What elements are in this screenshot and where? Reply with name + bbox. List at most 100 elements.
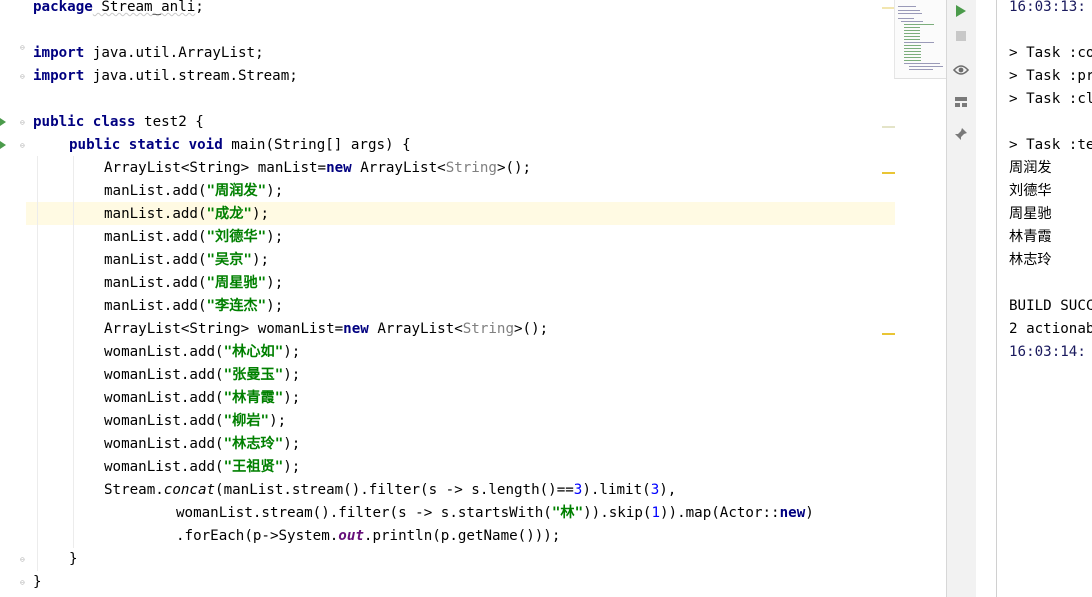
string-literal: "周星驰" [206,275,267,291]
fold-marker[interactable]: ⊖ [20,141,28,150]
string-literal: "吴京" [206,252,252,268]
number-literal: 3 [650,482,660,498]
console-output-line: 林青霞 [1009,229,1052,245]
code-text: ); [283,390,301,406]
fold-marker[interactable]: ⊖ [20,43,28,52]
minimap-line [904,36,920,37]
fold-marker[interactable]: ⊖ [20,118,28,127]
code-text: manList.add( [104,252,207,268]
console-line-timestamp: 16:03:14: [1009,344,1086,360]
fold-marker[interactable]: ⊖ [20,578,28,587]
code-line-package: package Stream_anli; [33,0,204,19]
indent-guide [37,156,38,571]
code-line-import: import java.util.ArrayList; [33,42,264,65]
string-literal: "林" [551,505,584,521]
run-tool-strip [946,0,977,597]
minimap-line [904,51,921,52]
console-output-line: 周润发 [1009,160,1052,176]
minimap-line [904,48,921,49]
code-text: ); [283,459,301,475]
code-text: ) [805,505,814,521]
warning-marker[interactable] [882,333,895,335]
minimap-line [904,39,920,40]
keyword: package [33,0,93,15]
import-path: java.util.stream.Stream; [84,68,298,84]
pin-icon[interactable] [952,125,970,143]
code-text: ); [266,183,284,199]
fold-marker[interactable]: ⊖ [20,72,28,81]
run-class-icon[interactable] [0,118,6,126]
code-text: womanList.add( [104,344,224,360]
console-build-status: BUILD SUCC [1009,298,1092,314]
static-field: out [338,528,364,544]
minimap-line [909,66,943,67]
stop-icon[interactable] [952,27,970,45]
code-text: .forEach(p->System. [176,528,339,544]
console-output-line: 周星驰 [1009,206,1052,222]
eye-icon[interactable] [952,61,970,79]
run-console[interactable]: 16:03:13: > Task :co > Task :pr > Task :… [997,0,1092,597]
code-line-add: manList.add("刘德华"); [104,226,283,249]
run-main-icon[interactable] [0,141,6,149]
code-line-add: manList.add("周星驰"); [104,272,283,295]
code-line-add: womanList.add("王祖贤"); [104,456,300,479]
minimap-line [904,27,920,28]
static-method: concat [163,482,216,498]
code-text: manList.add( [104,298,207,314]
code-text: ); [266,298,284,314]
console-output-line: 林志玲 [1009,252,1052,268]
play-icon[interactable] [952,2,970,20]
warning-marker[interactable] [882,172,895,174]
editor-gutter[interactable]: ⊖ ⊖ ⊖ ⊖ ⊖ ⊖ [0,0,26,597]
code-text: ArrayList< [368,321,463,337]
keyword: public class [33,114,136,130]
code-text: womanList.add( [104,436,224,452]
code-text: womanList.add( [104,413,224,429]
minimap-line [898,13,922,14]
code-text: ; [195,0,204,15]
code-minimap[interactable] [894,0,946,79]
keyword: new [343,321,369,337]
string-literal: "王祖贤" [223,459,284,475]
code-line-close-class: } [33,571,42,594]
code-text: )).skip( [583,505,652,521]
code-line-main: public static void main(String[] args) { [69,134,411,157]
code-line-add: womanList.add("林心如"); [104,341,300,364]
info-marker[interactable] [882,126,895,128]
minimap-line [901,21,923,22]
code-text: (manList.stream().filter(s -> s.length()… [215,482,574,498]
import-path: java.util.ArrayList; [84,45,264,61]
code-text: manList.add( [104,275,207,291]
minimap-line [904,24,934,25]
code-text: ), [659,482,677,498]
code-text: ).limit( [582,482,651,498]
code-text: ); [251,252,270,268]
code-text: Stream. [104,482,164,498]
code-text: ); [266,229,284,245]
code-line-stream: womanList.stream().filter(s -> s.startsW… [176,502,814,525]
string-literal: "周润发" [206,183,267,199]
code-editor[interactable]: ⊖ ⊖ ⊖ ⊖ ⊖ ⊖ package Stream_anli; import … [0,0,946,597]
code-text: womanList.stream().filter(s -> s.startsW… [176,505,552,521]
minimap-line [904,54,921,55]
keyword: import [33,45,85,61]
console-output-line: 刘德华 [1009,183,1052,199]
code-text: ArrayList<String> manList= [104,160,327,176]
layout-icon[interactable] [952,93,970,111]
console-line: 2 actionab [1009,321,1092,337]
code-text: ); [251,206,270,222]
fold-marker[interactable]: ⊖ [20,555,28,564]
code-line-add: manList.add("成龙"); [104,203,269,226]
code-text: .println(p.getName())); [363,528,561,544]
console-line: > Task :pr [1009,68,1092,84]
minimap-line [904,57,921,58]
code-text: ArrayList< [351,160,446,176]
console-line: > Task :te [1009,137,1092,153]
string-literal: "张曼玉" [223,367,284,383]
panel-divider[interactable] [976,0,997,597]
code-line-class: public class test2 { [33,111,204,134]
keyword: new [779,505,806,521]
string-literal: "成龙" [206,206,252,222]
keyword: import [33,68,85,84]
minimap-line [904,45,921,46]
